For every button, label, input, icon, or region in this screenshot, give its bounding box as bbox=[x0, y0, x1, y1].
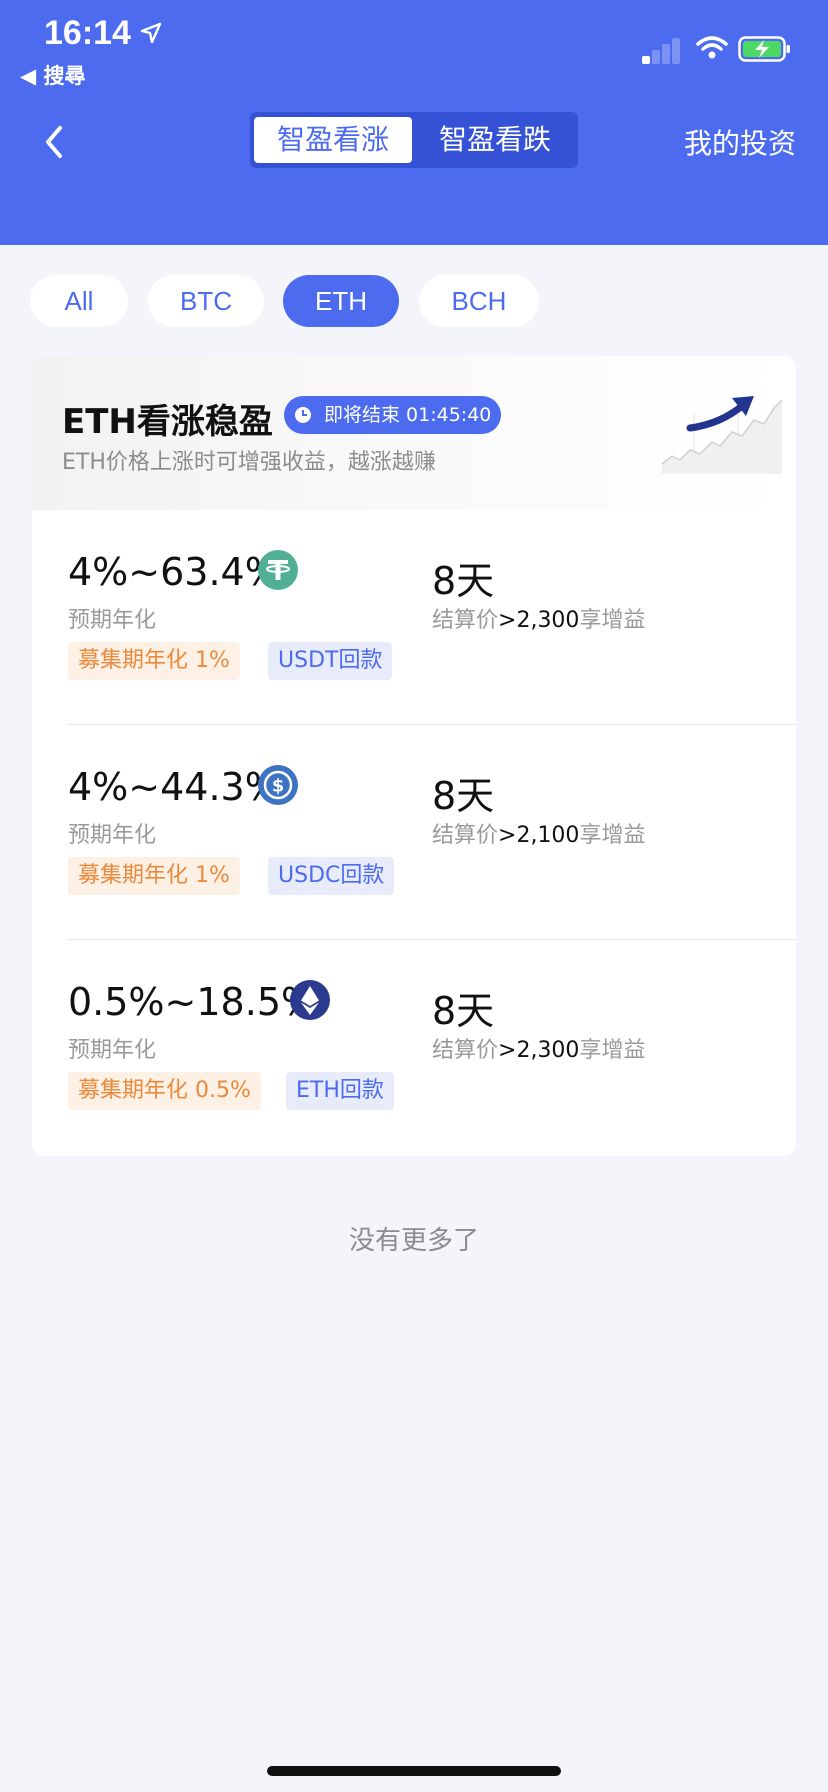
cellular-signal-icon bbox=[642, 34, 682, 64]
countdown-badge: 即将结束 01:45:40 bbox=[284, 396, 502, 434]
filter-chip-eth[interactable]: ETH bbox=[283, 275, 399, 327]
raise-period-apy-tag: 募集期年化 1% bbox=[68, 642, 240, 680]
product-row-eth[interactable]: 0.5%~18.5% 预期年化 募集期年化 0.5% ETH回款 8天 结算价>… bbox=[32, 940, 796, 1155]
card-title: ETH看涨稳盈 bbox=[62, 402, 273, 442]
payback-currency-tag: ETH回款 bbox=[286, 1072, 394, 1110]
tab-bearish[interactable]: 智盈看跌 bbox=[416, 117, 574, 163]
uptrend-chart-icon bbox=[660, 396, 782, 474]
status-icons bbox=[642, 34, 792, 64]
filter-chip-btc[interactable]: BTC bbox=[148, 275, 264, 327]
filter-chip-all[interactable]: All bbox=[30, 275, 128, 327]
expected-apy-label: 预期年化 bbox=[68, 823, 157, 848]
payback-currency-tag: USDC回款 bbox=[268, 857, 395, 895]
product-row-usdc[interactable]: 4%~44.3% $ 预期年化 募集期年化 1% USDC回款 8天 结算价>2… bbox=[32, 725, 796, 940]
expected-apy-label: 预期年化 bbox=[68, 1038, 157, 1063]
status-time: 16:14 bbox=[44, 14, 131, 52]
term-days: 8天 bbox=[432, 774, 495, 818]
expected-apy-range: 4%~63.4% bbox=[68, 550, 281, 594]
expected-apy-label: 预期年化 bbox=[68, 608, 157, 633]
svg-text:$: $ bbox=[272, 776, 285, 797]
card-subtitle: ETH价格上涨时可增强收益，越涨越赚 bbox=[62, 450, 436, 475]
product-row-usdt[interactable]: 4%~63.4% 预期年化 募集期年化 1% USDT回款 8天 结算价>2,3… bbox=[32, 510, 796, 725]
term-days: 8天 bbox=[432, 559, 495, 603]
usdc-icon: $ bbox=[258, 765, 298, 805]
expected-apy-range: 4%~44.3% bbox=[68, 765, 281, 809]
usdt-icon bbox=[258, 550, 298, 590]
battery-charging-icon bbox=[738, 36, 790, 62]
card-header: ETH看涨稳盈 即将结束 01:45:40 ETH价格上涨时可增强收益，越涨越赚 bbox=[32, 356, 796, 510]
eth-icon bbox=[290, 980, 330, 1020]
product-card: ETH看涨稳盈 即将结束 01:45:40 ETH价格上涨时可增强收益，越涨越赚… bbox=[32, 356, 796, 1156]
back-arrow-icon[interactable] bbox=[40, 122, 70, 162]
header-bar: 16:14 ◀ 搜尋 智盈看涨 智盈看跌 我的投资 bbox=[0, 0, 828, 245]
location-arrow-icon bbox=[140, 22, 162, 44]
settlement-condition: 结算价>2,100享增益 bbox=[432, 823, 646, 848]
my-investments-link[interactable]: 我的投资 bbox=[684, 122, 796, 162]
raise-period-apy-tag: 募集期年化 1% bbox=[68, 857, 240, 895]
tab-bullish[interactable]: 智盈看涨 bbox=[254, 117, 412, 163]
clock-icon bbox=[295, 407, 311, 423]
end-of-list-text: 没有更多了 bbox=[348, 1226, 479, 1256]
payback-currency-tag: USDT回款 bbox=[268, 642, 393, 680]
direction-segmented-control: 智盈看涨 智盈看跌 bbox=[250, 112, 578, 168]
settlement-condition: 结算价>2,300享增益 bbox=[432, 1038, 646, 1063]
expected-apy-range: 0.5%~18.5% bbox=[68, 980, 318, 1024]
countdown-text: 即将结束 01:45:40 bbox=[324, 404, 492, 426]
back-to-search-link[interactable]: ◀ 搜尋 bbox=[20, 60, 85, 90]
wifi-icon bbox=[696, 36, 728, 59]
home-indicator[interactable] bbox=[267, 1766, 561, 1776]
filter-chip-bch[interactable]: BCH bbox=[419, 275, 539, 327]
settlement-condition: 结算价>2,300享增益 bbox=[432, 608, 646, 633]
raise-period-apy-tag: 募集期年化 0.5% bbox=[68, 1072, 261, 1110]
term-days: 8天 bbox=[432, 989, 495, 1033]
